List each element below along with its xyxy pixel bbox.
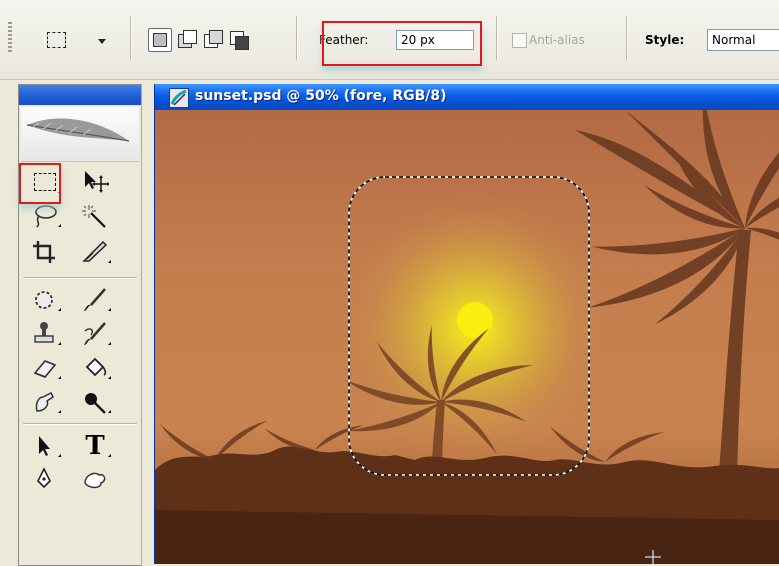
path-selection-icon bbox=[39, 436, 50, 456]
lasso-tool[interactable] bbox=[23, 199, 67, 233]
tools-panel: T bbox=[18, 84, 142, 566]
path-selection-tool[interactable] bbox=[23, 429, 67, 463]
image-canvas[interactable] bbox=[155, 110, 779, 564]
dodge-icon bbox=[85, 393, 106, 414]
chevron-down-icon[interactable] bbox=[98, 39, 106, 44]
crop-tool[interactable] bbox=[23, 235, 67, 269]
add-to-selection-button[interactable] bbox=[176, 29, 197, 49]
move-icon bbox=[85, 171, 109, 193]
history-brush-tool[interactable] bbox=[73, 317, 117, 351]
feather-highlight-box bbox=[322, 21, 482, 66]
divider bbox=[296, 16, 298, 60]
custom-shape-tool[interactable] bbox=[73, 463, 117, 497]
tools-panel-titlebar[interactable] bbox=[19, 85, 141, 105]
healing-brush-tool[interactable] bbox=[23, 283, 67, 317]
subtract-from-selection-button[interactable] bbox=[202, 29, 223, 49]
lasso-icon bbox=[35, 205, 57, 228]
anti-alias-label: Anti-alias bbox=[529, 33, 585, 47]
rectangular-marquee-icon bbox=[47, 32, 66, 48]
document-window: sunset.psd @ 50% (fore, RGB/8) bbox=[154, 84, 779, 564]
paint-bucket-icon bbox=[85, 357, 107, 377]
tools-divider bbox=[23, 423, 137, 425]
new-selection-button[interactable] bbox=[148, 28, 172, 52]
divider bbox=[626, 16, 628, 60]
options-bar: Feather: 20 px Anti-alias Style: Normal bbox=[0, 0, 779, 80]
type-icon: T bbox=[85, 431, 105, 461]
style-label: Style: bbox=[645, 33, 685, 47]
intersect-selection-button[interactable] bbox=[228, 29, 249, 50]
clone-stamp-tool[interactable] bbox=[23, 317, 67, 351]
paint-bucket-tool[interactable] bbox=[73, 351, 117, 385]
divider bbox=[496, 16, 498, 60]
crop-icon bbox=[33, 241, 55, 263]
brush-tool[interactable] bbox=[73, 283, 117, 317]
smudge-tool[interactable] bbox=[23, 385, 67, 419]
smudge-icon bbox=[35, 391, 54, 412]
type-tool[interactable]: T bbox=[73, 429, 117, 463]
divider bbox=[130, 16, 132, 60]
brush-icon bbox=[84, 288, 106, 311]
feather-logo bbox=[21, 107, 139, 162]
options-bar-grip[interactable] bbox=[8, 22, 12, 54]
eraser-tool[interactable] bbox=[23, 351, 67, 385]
document-titlebar[interactable]: sunset.psd @ 50% (fore, RGB/8) bbox=[155, 84, 779, 110]
document-icon bbox=[169, 88, 189, 108]
magic-wand-tool[interactable] bbox=[73, 199, 117, 233]
slice-tool[interactable] bbox=[73, 235, 117, 269]
clone-stamp-icon bbox=[34, 322, 54, 343]
tools-divider bbox=[23, 277, 137, 279]
pen-tool[interactable] bbox=[23, 463, 67, 497]
tool-preset-picker[interactable] bbox=[44, 30, 70, 50]
pen-icon bbox=[37, 467, 51, 489]
magic-wand-icon bbox=[82, 205, 106, 228]
history-brush-icon bbox=[84, 322, 106, 345]
style-select[interactable]: Normal bbox=[707, 29, 779, 51]
marquee-tool-highlight-box bbox=[19, 163, 61, 204]
healing-brush-icon bbox=[35, 291, 53, 309]
custom-shape-icon bbox=[84, 472, 106, 489]
anti-alias-checkbox[interactable] bbox=[512, 33, 527, 48]
document-title: sunset.psd @ 50% (fore, RGB/8) bbox=[195, 88, 447, 104]
slice-icon bbox=[82, 240, 108, 262]
dodge-tool[interactable] bbox=[73, 385, 117, 419]
eraser-icon bbox=[33, 360, 57, 378]
move-tool[interactable] bbox=[73, 165, 117, 199]
